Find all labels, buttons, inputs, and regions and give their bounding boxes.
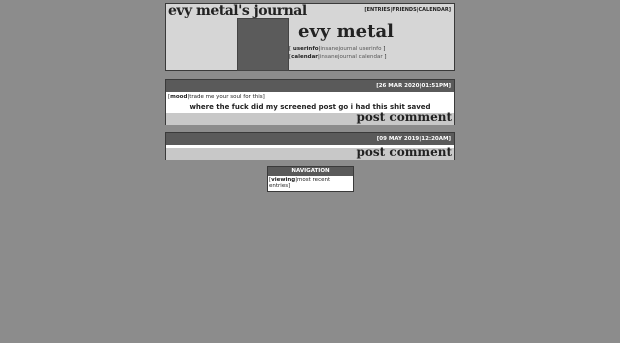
journal-entry: [09 MAY 2019|12:20AM] post comment [165, 132, 455, 160]
calendar-label: calendar [291, 54, 319, 60]
navigation-links: [viewing|most recent entries] [269, 177, 331, 189]
navigation-box: NAVIGATION [viewing|most recent entries] [267, 166, 354, 192]
calendar-link[interactable]: insanejournal calendar [320, 54, 383, 60]
mood-value: trade me your soul for this [189, 94, 263, 100]
entry-footer: post comment [166, 110, 454, 125]
top-nav-links[interactable]: [ENTRIES|FRIENDS|CALENDAR] [364, 7, 451, 13]
entry-mood: [mood|trade me your soul for this] [168, 94, 265, 100]
entry-footer: post comment [166, 145, 454, 160]
journal-title: evy metal's journal [168, 3, 307, 19]
post-comment-link[interactable]: post comment [357, 145, 452, 159]
user-name: evy metal [298, 21, 394, 42]
userinfo-link[interactable]: insanejournal userinfo [320, 46, 381, 52]
post-comment-link[interactable]: post comment [357, 110, 452, 124]
mood-label: mood [170, 94, 188, 100]
header-links: [ userinfo|insanejournal userinfo ] [cal… [289, 46, 387, 60]
entry-date[interactable]: [26 MAR 2020|01:51PM] [166, 80, 454, 92]
user-avatar [237, 18, 289, 71]
navigation-title: NAVIGATION [268, 167, 353, 176]
journal-entry: [26 MAR 2020|01:51PM] [mood|trade me you… [165, 79, 455, 125]
userinfo-label: userinfo [292, 46, 319, 52]
journal-header: evy metal's journal [ENTRIES|FRIENDS|CAL… [165, 3, 455, 71]
entry-date[interactable]: [09 MAY 2019|12:20AM] [166, 133, 454, 145]
